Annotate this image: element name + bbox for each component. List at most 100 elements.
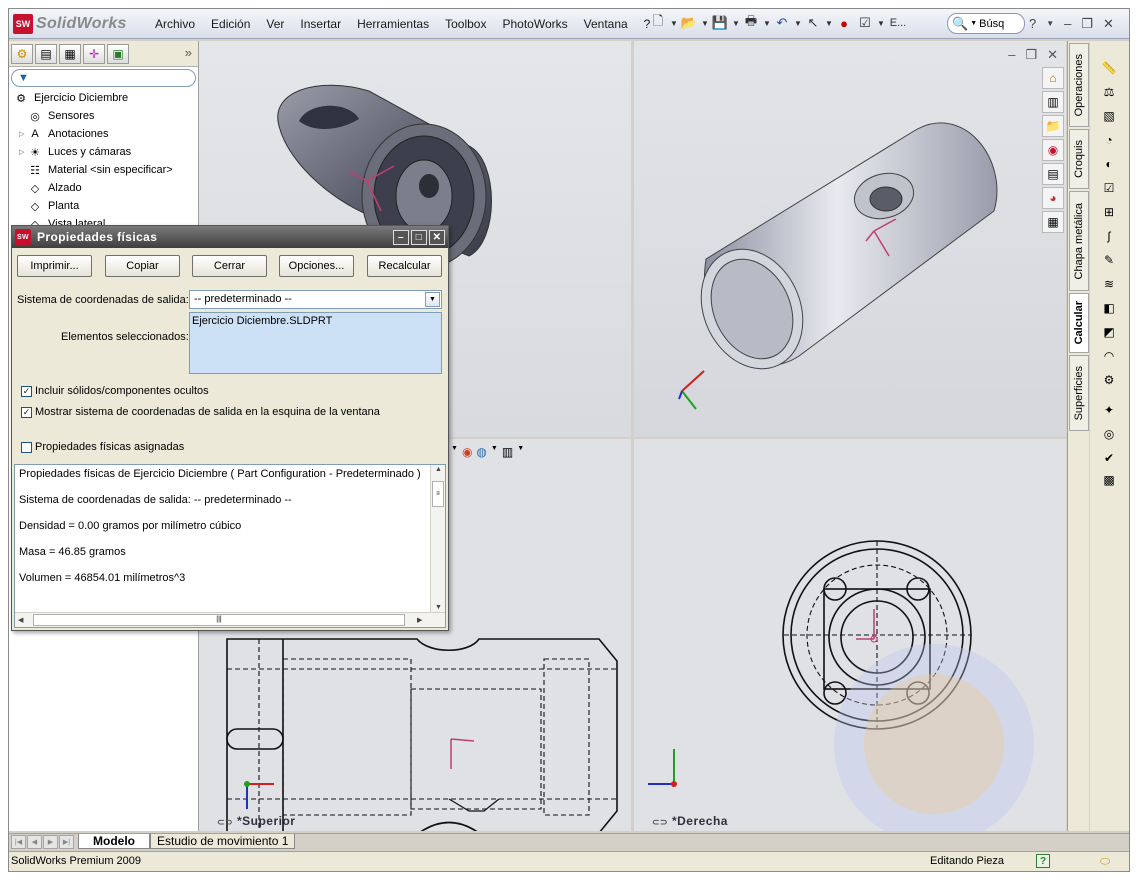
display-manager-tab-icon[interactable]: ▣	[107, 44, 129, 64]
parting-line-icon[interactable]: ◠	[1100, 347, 1118, 365]
viewport-restore-icon[interactable]: ❐	[1025, 47, 1037, 63]
expand-icon[interactable]: ▷	[19, 130, 27, 138]
menu-ventana[interactable]: Ventana	[576, 17, 636, 31]
viewport-isometric-front[interactable]: – ❐ ✕	[634, 41, 1066, 437]
close-button[interactable]: Cerrar	[192, 255, 267, 277]
sustainability-icon[interactable]: ▩	[1100, 471, 1118, 489]
simulationxpress-icon[interactable]: ✦	[1100, 401, 1118, 419]
chevron-down-icon[interactable]: ▼	[425, 292, 440, 307]
options-button[interactable]: Opciones...	[279, 255, 354, 277]
tree-item[interactable]: ◇ Alzado	[9, 179, 198, 197]
symmetry-check-icon[interactable]: ⚙	[1100, 371, 1118, 389]
appearances-icon[interactable]: ◕	[1042, 187, 1064, 209]
scroll-left-icon[interactable]: ◀	[18, 616, 23, 624]
featuremanager-tab-icon[interactable]: ⚙	[11, 44, 33, 64]
menu-herramientas[interactable]: Herramientas	[349, 17, 437, 31]
draft-analysis-icon[interactable]: ✎	[1100, 251, 1118, 269]
pin-icon[interactable]: ⬭	[1100, 854, 1110, 869]
select-pointer-icon[interactable]: ↖	[804, 14, 822, 32]
floxpress-icon[interactable]: ◎	[1100, 425, 1118, 443]
minimize-icon[interactable]: –	[1064, 16, 1071, 32]
file-explorer-icon[interactable]: 📁	[1042, 115, 1064, 137]
menu-ver[interactable]: Ver	[258, 17, 292, 31]
tab-estudio-movimiento[interactable]: Estudio de movimiento 1	[150, 834, 296, 849]
mass-properties-icon[interactable]: ⚖	[1100, 83, 1118, 101]
dialog-minimize-icon[interactable]: –	[393, 229, 409, 245]
viewport-right-view[interactable]: ⊂⊃ *Derecha	[634, 439, 1066, 831]
scroll-thumb-v[interactable]: ≡	[432, 481, 444, 507]
menu-edicion[interactable]: Edición	[203, 17, 258, 31]
app-logo[interactable]: SW SolidWorks	[13, 14, 127, 34]
search-dropdown-icon[interactable]: ▼	[970, 20, 977, 27]
options-icon[interactable]: ☑	[856, 14, 874, 32]
menu-insertar[interactable]: Insertar	[292, 17, 349, 31]
tree-item[interactable]: ▷ A Anotaciones	[9, 125, 198, 143]
thickness-analysis-icon[interactable]: ◧	[1100, 299, 1118, 317]
assigned-properties-checkbox[interactable]: Propiedades físicas asignadas	[21, 441, 184, 453]
propertymanager-tab-icon[interactable]: ▤	[35, 44, 57, 64]
sensor-gauge-icon[interactable]: ◔	[1100, 131, 1118, 149]
design-library-icon[interactable]: ▥	[1042, 91, 1064, 113]
curvature-icon[interactable]: ʃ	[1100, 227, 1118, 245]
last-tab-icon[interactable]: ▶|	[59, 834, 74, 849]
measure-icon[interactable]: 📏	[1100, 59, 1118, 77]
options-dropdown-icon[interactable]: ▼	[877, 19, 885, 28]
dialog-title-bar[interactable]: SW Propiedades físicas – □ ✕	[12, 226, 448, 248]
viewport-minimize-icon[interactable]: –	[1008, 47, 1015, 63]
scroll-down-icon[interactable]: ▼	[435, 604, 442, 611]
rebuild-traffic-light-icon[interactable]: ●	[835, 14, 853, 32]
vertical-scrollbar[interactable]: ▲ ≡ ▼	[430, 465, 445, 612]
tab-croquis[interactable]: Croquis	[1069, 129, 1089, 189]
undercut-detection-icon[interactable]: ◩	[1100, 323, 1118, 341]
help-dropdown-icon[interactable]: ▼	[1046, 19, 1054, 32]
statistics-icon[interactable]: ◐	[1100, 155, 1118, 173]
search-box[interactable]: 🔍 ▼ Búsq	[947, 13, 1025, 34]
view-palette-icon[interactable]: ▤	[1042, 163, 1064, 185]
tree-filter-input[interactable]: ▼	[11, 69, 196, 87]
tab-operaciones[interactable]: Operaciones	[1069, 43, 1089, 127]
menu-photoworks[interactable]: PhotoWorks	[494, 17, 575, 31]
check-icon[interactable]: ☑	[1100, 179, 1118, 197]
next-tab-icon[interactable]: ▶	[43, 834, 58, 849]
tree-item[interactable]: ◎ Sensores	[9, 107, 198, 125]
search-results-icon[interactable]: ◉	[1042, 139, 1064, 161]
undo-icon[interactable]: ↶	[773, 14, 791, 32]
tab-chapa-metalica[interactable]: Chapa metálica	[1069, 191, 1089, 291]
expand-icon[interactable]: ▷	[19, 148, 27, 156]
coord-system-select[interactable]: -- predeterminado -- ▼	[189, 290, 442, 309]
open-folder-icon[interactable]: 📂	[680, 14, 698, 32]
new-document-icon[interactable]: 🗋	[649, 13, 667, 32]
configurationmanager-tab-icon[interactable]: ▦	[59, 44, 81, 64]
geometry-analysis-icon[interactable]: ⊞	[1100, 203, 1118, 221]
show-coord-checkbox[interactable]: ✓ Mostrar sistema de coordenadas de sali…	[21, 406, 380, 418]
include-hidden-checkbox[interactable]: ✓ Incluir sólidos/componentes ocultos	[21, 385, 209, 397]
scroll-thumb-h[interactable]: |||	[33, 614, 405, 626]
tab-calcular[interactable]: Calcular	[1069, 293, 1089, 353]
tree-item[interactable]: ☷ Material <sin especificar>	[9, 161, 198, 179]
tree-item[interactable]: ⚙ Ejercicio Diciembre	[9, 89, 198, 107]
expand-tabs-icon[interactable]: »	[185, 45, 192, 60]
solidworks-resources-home-icon[interactable]: ⌂	[1042, 67, 1064, 89]
prev-tab-icon[interactable]: ◀	[27, 834, 42, 849]
save-icon[interactable]: 💾	[711, 14, 729, 32]
dialog-close-icon[interactable]: ✕	[429, 229, 445, 245]
restore-icon[interactable]: ❐	[1081, 16, 1093, 32]
save-dropdown-icon[interactable]: ▼	[732, 19, 740, 28]
menu-archivo[interactable]: Archivo	[147, 17, 203, 31]
checkbox-checked-icon[interactable]: ✓	[21, 385, 32, 397]
zebra-stripes-icon[interactable]: ≋	[1100, 275, 1118, 293]
copy-button[interactable]: Copiar	[105, 255, 180, 277]
scroll-right-icon[interactable]: ▶	[417, 616, 422, 624]
open-dropdown-icon[interactable]: ▼	[701, 19, 709, 28]
scroll-up-icon[interactable]: ▲	[435, 466, 442, 473]
close-icon[interactable]: ✕	[1103, 16, 1114, 32]
checkbox-checked-icon[interactable]: ✓	[21, 406, 32, 418]
horizontal-scrollbar[interactable]: ◀ ||| ▶	[15, 612, 445, 627]
quick-tips-help-icon[interactable]: ?	[1036, 854, 1050, 868]
print-button[interactable]: Imprimir...	[17, 255, 92, 277]
checkbox-unchecked-icon[interactable]	[21, 441, 32, 453]
selected-item[interactable]: Ejercicio Diciembre.SLDPRT	[192, 315, 332, 327]
dfmxpress-icon[interactable]: ✔	[1100, 449, 1118, 467]
help-icon[interactable]: ?	[1029, 16, 1036, 32]
first-tab-icon[interactable]: |◀	[11, 834, 26, 849]
